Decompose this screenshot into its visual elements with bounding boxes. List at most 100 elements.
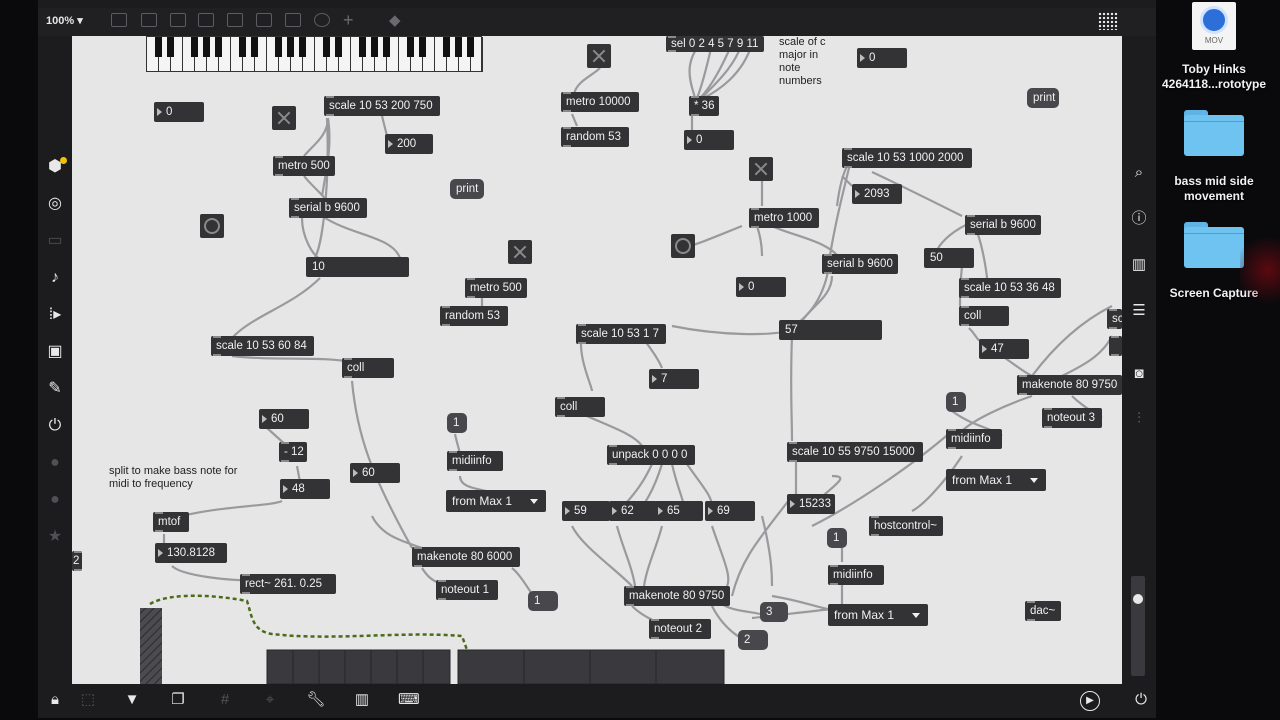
multiply-object[interactable]: * 36 [689, 96, 719, 116]
message-box[interactable]: 50 [924, 248, 974, 268]
message-box[interactable]: 1 [946, 392, 966, 412]
message-box[interactable]: 1 [528, 591, 558, 611]
black-key[interactable] [335, 37, 342, 57]
unpack-object[interactable]: unpack 0 0 0 0 [607, 445, 695, 465]
toggle-icon[interactable] [198, 13, 214, 27]
mov-file-label[interactable]: Toby Hinks 4264118...rototype [1152, 62, 1276, 92]
scale-object[interactable]: scale 10 53 60 84 [211, 336, 314, 356]
number-box[interactable]: 60 [259, 409, 309, 429]
number-box[interactable]: 2093 [852, 184, 902, 204]
search-icon[interactable]: ⌕ [1130, 164, 1148, 182]
toggle[interactable] [508, 240, 532, 264]
slider-icon[interactable] [285, 13, 301, 27]
paint-icon[interactable]: ◆ [389, 11, 401, 29]
message-box[interactable]: 2 [738, 630, 768, 650]
number-box[interactable]: 0 [154, 102, 204, 122]
presentation-icon[interactable] [111, 13, 127, 27]
toggle[interactable] [272, 106, 296, 130]
folder-label[interactable]: bass mid side movement [1160, 174, 1268, 204]
number-box[interactable]: 7 [649, 369, 699, 389]
random-object[interactable]: random 53 [440, 306, 508, 326]
black-key[interactable] [203, 37, 210, 57]
play-icon[interactable]: ▶ [1080, 691, 1100, 711]
toggle[interactable] [587, 44, 611, 68]
plug-icon[interactable]: ⏻ [46, 417, 64, 435]
metro-object[interactable]: metro 10000 [561, 92, 639, 112]
serial-object[interactable]: serial b 9600 [965, 215, 1041, 235]
grid-toggle-icon[interactable]: # [215, 691, 235, 709]
scale-object[interactable]: scale 10 53 1 7 [576, 324, 666, 344]
new-object-icon[interactable] [141, 13, 157, 27]
black-key[interactable] [191, 37, 198, 57]
midiinfo-object[interactable]: midiinfo [946, 429, 1002, 449]
coll-object[interactable]: coll [555, 397, 605, 417]
random-object[interactable]: random 53 [561, 127, 629, 147]
grid-icon[interactable] [1098, 12, 1118, 30]
patcher-canvas[interactable]: 0 scale 10 53 200 750 200 metro 500 seri… [72, 36, 1122, 684]
b-icon[interactable]: ● [46, 491, 64, 509]
serial-object[interactable]: serial b 9600 [822, 254, 898, 274]
mov-file-icon[interactable]: MOV [1192, 2, 1236, 50]
snap-icon[interactable]: ⌖ [260, 691, 280, 709]
presentation-mode-icon[interactable]: ▼ [122, 691, 142, 709]
vst-icon[interactable]: ● [46, 454, 64, 472]
black-key[interactable] [443, 37, 450, 57]
noteout-object[interactable]: noteout 1 [436, 580, 498, 600]
list-icon[interactable]: ☰ [1130, 302, 1148, 320]
makenote-object[interactable]: makenote 80 9750 [1017, 375, 1122, 395]
makenote-object[interactable]: makenote 80 6000 [412, 547, 520, 567]
black-key[interactable] [167, 37, 174, 57]
comment-icon[interactable] [170, 13, 186, 27]
windows-icon[interactable]: ❐ [168, 691, 188, 709]
reference-icon[interactable]: ▥ [1130, 256, 1148, 274]
target-icon[interactable]: ◎ [46, 195, 64, 213]
number-box[interactable]: 0 [736, 277, 786, 297]
message-box[interactable]: 10 [306, 257, 409, 277]
level-slider[interactable] [1131, 576, 1145, 676]
message-box[interactable]: 1 [827, 528, 847, 548]
image-icon[interactable]: ▣ [46, 343, 64, 361]
bang-button[interactable] [200, 214, 224, 238]
dial-icon[interactable] [314, 13, 330, 27]
makenote-object[interactable]: makenote 80 9750 [624, 586, 730, 606]
wrench-icon[interactable]: 🔧︎ [306, 691, 326, 709]
number-box[interactable]: 47 [979, 339, 1029, 359]
clipped-object[interactable]: 2 [72, 551, 82, 571]
number-box[interactable]: 130.8128 [155, 543, 227, 563]
power-icon[interactable]: ⏻ [1131, 691, 1151, 709]
number-box[interactable]: 59 [562, 501, 610, 521]
scale-object[interactable]: scale 10 53 36 48 [959, 278, 1061, 298]
black-key[interactable] [251, 37, 258, 57]
print-message[interactable]: print [1027, 88, 1059, 108]
folder-icon[interactable] [1184, 222, 1244, 268]
number-icon[interactable] [256, 13, 272, 27]
sel-object[interactable]: sel 0 2 4 5 7 9 11 [666, 36, 764, 52]
noteout-object[interactable]: noteout 2 [649, 619, 711, 639]
coll-object[interactable]: coll [959, 306, 1009, 326]
add-icon[interactable]: + [343, 10, 354, 31]
scale-object[interactable]: scale 10 53 1000 2000 [842, 148, 972, 168]
clips-icon[interactable]: ⁞▸ [46, 306, 64, 324]
lock-icon[interactable]: 🔒︎ [45, 691, 65, 709]
metro-object[interactable]: metro 500 [273, 156, 335, 176]
message-box[interactable]: 1 [447, 413, 467, 433]
toggle[interactable] [749, 157, 773, 181]
scale-object[interactable]: scale 10 55 9750 15000 [787, 442, 923, 462]
midi-port-menu[interactable]: from Max 1 [446, 490, 546, 512]
midiinfo-object[interactable]: midiinfo [828, 565, 884, 585]
number-box[interactable]: 0 [684, 130, 734, 150]
number-box[interactable]: 15233 [787, 494, 835, 514]
dac-object[interactable]: dac~ [1025, 601, 1061, 621]
paperclip-icon[interactable]: ✎ [46, 380, 64, 398]
mixer-icon[interactable]: ⫶ [1130, 410, 1148, 428]
black-key[interactable] [287, 37, 294, 57]
metro-object[interactable]: metro 1000 [749, 208, 819, 228]
black-key[interactable] [215, 37, 222, 57]
clipped-object[interactable] [1109, 336, 1122, 356]
level-slider-knob[interactable] [1133, 594, 1143, 604]
folder-icon[interactable] [1184, 110, 1244, 156]
number-box[interactable]: 60 [350, 463, 400, 483]
noteout-object[interactable]: noteout 3 [1042, 408, 1102, 428]
number-box[interactable]: 62 [609, 501, 657, 521]
black-key[interactable] [239, 37, 246, 57]
